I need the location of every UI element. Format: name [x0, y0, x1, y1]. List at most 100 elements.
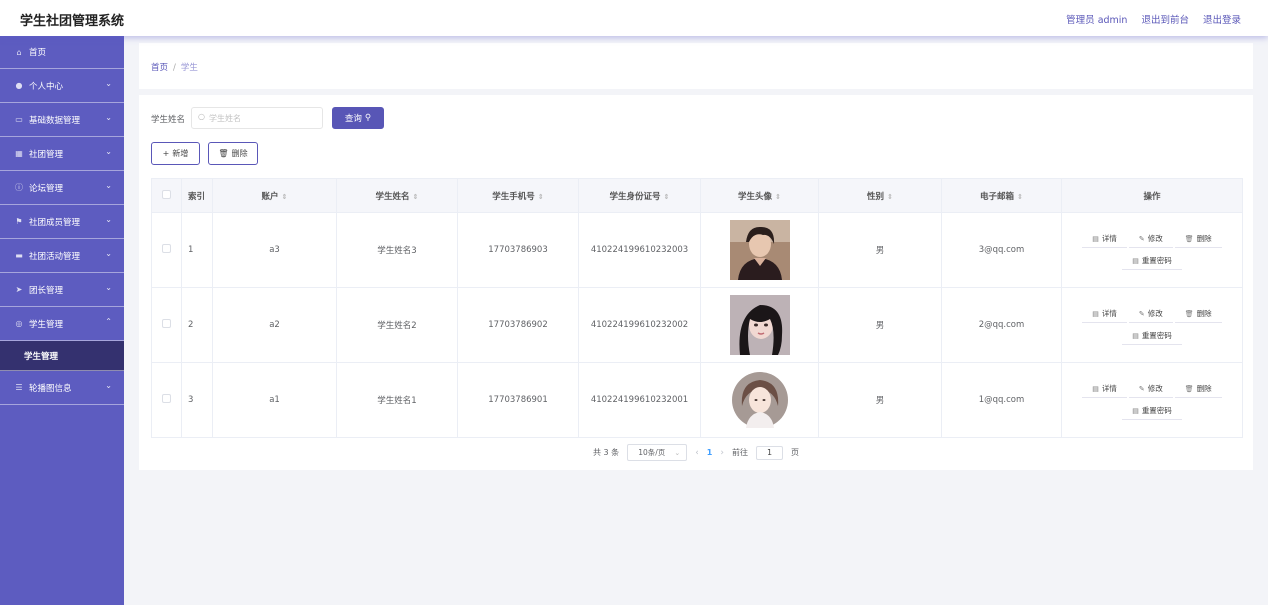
chevron-down-icon: ⌄: [105, 147, 112, 156]
sidebar-item-students[interactable]: ◎ 学生管理 ⌃: [0, 307, 124, 341]
page-number-current[interactable]: 1: [707, 448, 713, 457]
search-field[interactable]: ○: [191, 107, 323, 129]
cell-actions: ▤ 详情 ✎ 修改 🗑 删除 ▤ 重置密码: [1061, 362, 1243, 438]
reset-password-button[interactable]: ▤ 重置密码: [1122, 403, 1182, 420]
column-header-label: 账户: [261, 191, 279, 202]
column-header-email[interactable]: 电子邮箱 ⇕: [941, 178, 1062, 213]
column-header-phone[interactable]: 学生手机号 ⇕: [457, 178, 579, 213]
sort-icon[interactable]: ⇕: [887, 193, 893, 201]
add-button-label: 新增: [172, 149, 189, 158]
sort-icon[interactable]: ⇕: [1017, 193, 1023, 201]
delete-label: 删除: [1196, 234, 1212, 243]
row-checkbox[interactable]: [162, 319, 171, 328]
sidebar-subitem-student-management[interactable]: 学生管理: [0, 341, 124, 371]
goto-label: 前往: [731, 448, 748, 457]
detail-label: 详情: [1101, 309, 1117, 318]
cell-name: 学生姓名1: [336, 362, 458, 438]
page-unit-label: 页: [790, 448, 799, 457]
column-header-gender[interactable]: 性别 ⇕: [818, 178, 942, 213]
delete-button[interactable]: 🗑 删除: [1174, 381, 1222, 398]
column-header-avatar[interactable]: 学生头像 ⇕: [700, 178, 819, 213]
cell-index: 2: [181, 287, 213, 363]
sidebar-item-leaders[interactable]: ➤ 团长管理 ⌄: [0, 273, 124, 307]
column-header-id-card[interactable]: 学生身份证号 ⇕: [578, 178, 701, 213]
document-icon: ▤: [1132, 331, 1139, 340]
breadcrumb-card: 首页 / 学生: [139, 43, 1253, 89]
sort-icon[interactable]: ⇕: [538, 193, 544, 201]
select-all-checkbox[interactable]: [162, 189, 171, 199]
send-icon: ➤: [15, 285, 23, 294]
table-row: 1 a3 学生姓名3 17703786903 41022419961023200…: [151, 212, 1243, 288]
breadcrumb-home[interactable]: 首页: [151, 63, 168, 73]
sidebar-item-home[interactable]: ⌂ 首页: [0, 36, 124, 69]
cell-actions: ▤ 详情 ✎ 修改 🗑 删除 ▤ 重置密码: [1061, 212, 1243, 288]
column-header-name[interactable]: 学生姓名 ⇕: [336, 178, 458, 213]
edit-button[interactable]: ✎ 修改: [1128, 381, 1173, 398]
batch-delete-button[interactable]: 🗑 删除: [208, 142, 258, 165]
sidebar-item-club[interactable]: ▦ 社团管理 ⌄: [0, 137, 124, 171]
student-avatar[interactable]: [729, 220, 790, 280]
cell-account: a3: [212, 212, 337, 288]
row-checkbox[interactable]: [162, 394, 171, 403]
breadcrumb: 首页 / 学生: [151, 61, 198, 73]
query-button[interactable]: 查询 ⚲: [332, 107, 384, 129]
cell-id-card: 410224199610232003: [578, 212, 701, 288]
page-size-value: 10条/页: [638, 448, 666, 457]
cell-index: 1: [181, 212, 213, 288]
chevron-up-icon: ⌃: [105, 317, 112, 326]
delete-button[interactable]: 🗑 删除: [1174, 306, 1222, 323]
reset-password-label: 重置密码: [1141, 406, 1172, 415]
edit-button[interactable]: ✎ 修改: [1128, 306, 1173, 323]
delete-label: 删除: [1196, 309, 1212, 318]
logout-link[interactable]: 退出登录: [1203, 12, 1241, 26]
table-header-row: 索引 账户 ⇕ 学生姓名 ⇕ 学生手机号 ⇕ 学生身份证号 ⇕ 学生头像 ⇕ 性别 ⇕ 电子…: [151, 178, 1243, 213]
sidebar-item-personal-center[interactable]: ● 个人中心 ⌄: [0, 69, 124, 103]
reset-password-button[interactable]: ▤ 重置密码: [1122, 253, 1182, 270]
sidebar-item-label: 首页: [29, 48, 47, 58]
sidebar-item-label: 论坛管理: [29, 183, 64, 194]
admin-user-link[interactable]: 管理员 admin: [1066, 12, 1127, 26]
sort-icon[interactable]: ⇕: [413, 193, 419, 201]
cell-email: 2@qq.com: [941, 287, 1062, 363]
cell-avatar: [700, 212, 819, 288]
cell-email: 3@qq.com: [941, 212, 1062, 288]
search-input[interactable]: [209, 111, 317, 125]
next-page-button[interactable]: ›: [720, 448, 724, 458]
reset-password-button[interactable]: ▤ 重置密码: [1122, 328, 1182, 345]
sidebar-item-club-activities[interactable]: ▬ 社团活动管理 ⌄: [0, 239, 124, 273]
sidebar-item-club-members[interactable]: ⚑ 社团成员管理 ⌄: [0, 205, 124, 239]
page-size-select[interactable]: 10条/页 ⌄: [627, 444, 688, 461]
edit-button[interactable]: ✎ 修改: [1128, 231, 1173, 248]
goto-page-input[interactable]: [755, 445, 783, 460]
sort-icon[interactable]: ⇕: [775, 193, 781, 201]
row-select-cell[interactable]: [151, 212, 182, 288]
column-header-actions: 操作: [1061, 178, 1243, 213]
add-button[interactable]: + 新增: [151, 142, 200, 165]
student-avatar[interactable]: [729, 370, 790, 430]
top-header: 学生社团管理系统 管理员 admin 退出到前台 退出登录: [0, 0, 1268, 36]
student-avatar[interactable]: [729, 295, 790, 355]
sidebar-item-label: 轮播图信息: [29, 383, 72, 394]
pagination: 共 3 条 10条/页 ⌄ ‹ 1 › 前往 页: [139, 444, 1253, 461]
detail-button[interactable]: ▤ 详情: [1082, 381, 1127, 398]
row-select-cell[interactable]: [151, 287, 182, 363]
sidebar-item-forum[interactable]: ⓘ 论坛管理 ⌄: [0, 171, 124, 205]
table-row: 2 a2 学生姓名2 17703786902 41022419961023200…: [151, 287, 1243, 363]
column-header-label: 学生头像: [738, 191, 773, 202]
detail-button[interactable]: ▤ 详情: [1082, 306, 1127, 323]
detail-button[interactable]: ▤ 详情: [1082, 231, 1127, 248]
sort-icon[interactable]: ⇕: [664, 193, 670, 201]
select-all-cell[interactable]: [151, 178, 182, 213]
column-header-account[interactable]: 账户 ⇕: [212, 178, 337, 213]
delete-button[interactable]: 🗑 删除: [1174, 231, 1222, 248]
row-select-cell[interactable]: [151, 362, 182, 438]
sort-icon[interactable]: ⇕: [282, 193, 288, 201]
reset-password-label: 重置密码: [1141, 331, 1172, 340]
row-checkbox[interactable]: [162, 244, 171, 253]
breadcrumb-separator: /: [173, 63, 176, 73]
back-to-frontend-link[interactable]: 退出到前台: [1141, 12, 1189, 26]
sidebar-item-carousel[interactable]: ☰ 轮播图信息 ⌄: [0, 371, 124, 405]
prev-page-button[interactable]: ‹: [695, 448, 699, 458]
cell-phone: 17703786901: [457, 362, 579, 438]
sidebar-item-base-data[interactable]: ▭ 基础数据管理 ⌄: [0, 103, 124, 137]
